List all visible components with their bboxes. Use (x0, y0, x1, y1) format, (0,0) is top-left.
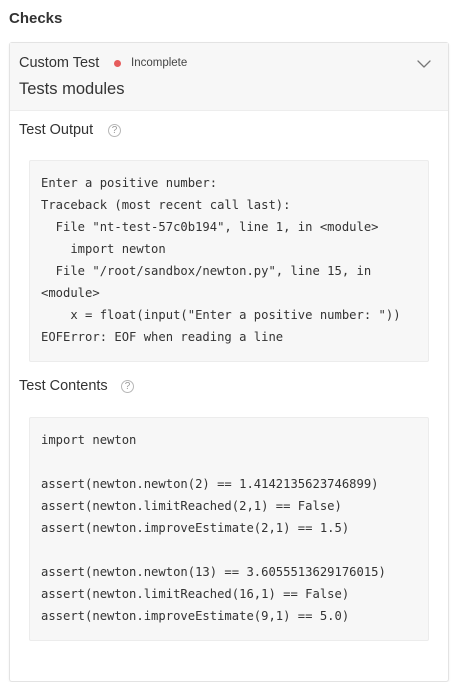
contents-line: assert(newton.limitReached(2,1) == False… (41, 499, 342, 513)
output-line: EOFError: EOF when reading a line (41, 330, 284, 344)
test-card: Custom Test Incomplete Tests modules Tes… (9, 42, 449, 682)
chevron-down-icon[interactable] (416, 56, 432, 72)
contents-line: assert(newton.improveEstimate(9,1) == 5.… (41, 609, 350, 623)
output-line: File "/root/sandbox/newton.py", line 15,… (41, 264, 372, 278)
contents-line: assert(newton.newton(13) == 3.6055513629… (41, 565, 386, 579)
contents-line: assert(newton.improveEstimate(2,1) == 1.… (41, 521, 350, 535)
status-badge: Incomplete (131, 57, 188, 69)
test-card-header[interactable]: Custom Test Incomplete Tests modules (10, 43, 448, 111)
contents-line: import newton (41, 433, 137, 447)
test-description: Tests modules (19, 80, 125, 98)
output-line: File "nt-test-57c0b194", line 1, in <mod… (41, 220, 379, 234)
status-dot-icon (114, 60, 121, 67)
test-contents-title: Test Contents (19, 378, 108, 394)
help-circle-icon[interactable]: ? (108, 124, 121, 137)
output-line: import newton (41, 242, 166, 256)
output-line: <module> (41, 286, 100, 300)
help-circle-icon[interactable]: ? (121, 380, 134, 393)
contents-line: assert(newton.newton(2) == 1.41421356237… (41, 477, 379, 491)
test-output-title: Test Output (19, 122, 94, 138)
checks-heading: Checks (9, 10, 63, 27)
test-name: Custom Test (19, 55, 100, 71)
contents-line: assert(newton.limitReached(16,1) == Fals… (41, 587, 350, 601)
output-line: Enter a positive number: (41, 176, 218, 190)
test-contents-block: import newton assert(newton.newton(2) ==… (29, 417, 429, 641)
output-line: x = float(input("Enter a positive number… (41, 308, 401, 322)
output-line: Traceback (most recent call last): (41, 198, 291, 212)
test-output-block: Enter a positive number: Traceback (most… (29, 160, 429, 362)
